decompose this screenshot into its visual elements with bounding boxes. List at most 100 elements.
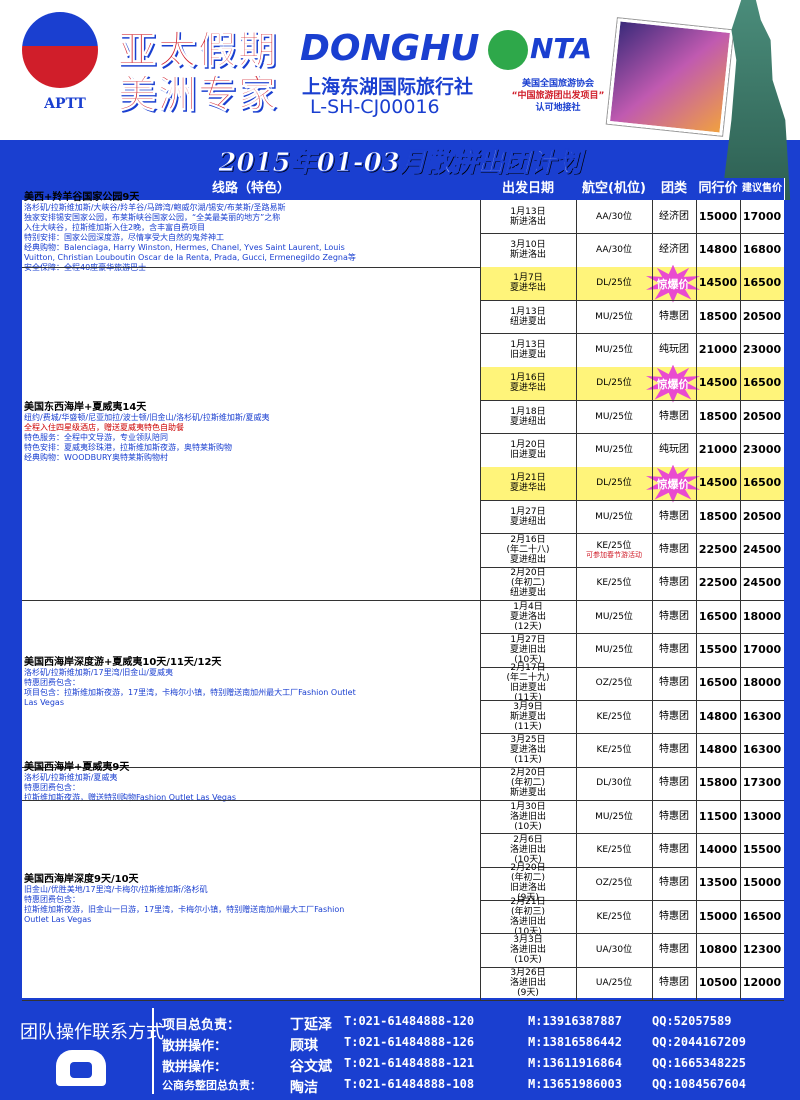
retail-price: 17300 xyxy=(742,776,782,790)
date-line: 3月9日 xyxy=(513,701,543,712)
peer-price: 15800 xyxy=(698,776,738,790)
peer-price: 10500 xyxy=(698,976,738,990)
departure-date: 1月18日 夏进纽出 xyxy=(480,400,576,433)
peer-price: 18500 xyxy=(698,509,738,523)
date-line: (9天) xyxy=(517,988,539,999)
airline-text: MU/25位 xyxy=(595,811,633,822)
contact-name: 顾琪 xyxy=(290,1038,318,1054)
date-line: 1月13日 xyxy=(510,339,546,350)
tour-type: 特惠团 xyxy=(659,810,689,822)
date-line: 2月21日 xyxy=(510,896,546,907)
departure-date: 2月16日 (年二十八) 夏进纽出 xyxy=(480,533,576,566)
airline-seats: MU/25位 xyxy=(576,633,652,666)
route-detail-line: Outlet Las Vegas xyxy=(24,915,92,924)
airline-text: AA/30位 xyxy=(595,244,633,255)
airline-seats: MU/25位 xyxy=(576,800,652,833)
route-detail-line: 洛杉矶/拉斯维加斯/17里湾/旧金山/夏威夷 xyxy=(24,668,173,678)
date-line: (年初二) xyxy=(510,578,546,589)
route-detail-line: 独家安排锡安国家公园，布莱斯峡谷国家公园，“全美最美丽的地方”之称 xyxy=(24,213,281,223)
airline-text: UA/30位 xyxy=(595,944,633,955)
divider xyxy=(152,1008,154,1094)
footer: 团队操作联系方式 项目总负责： 丁延泽 T:021-61484888-120 M:13… xyxy=(0,1000,800,1100)
airline-text: DL/25位 xyxy=(596,278,632,289)
airline-text: MU/25位 xyxy=(595,311,633,322)
airline-text: KE/25位 xyxy=(596,578,632,589)
departure-date: 3月25日 夏进洛出 (11天) xyxy=(480,733,576,766)
airline-seats: KE/25位 xyxy=(576,733,652,766)
departure-date: 1月21日 夏进华出 xyxy=(480,466,576,500)
airline-text: KE/25位 xyxy=(596,844,632,855)
date-line: 夏进纽出 xyxy=(509,416,546,427)
airline-text: MU/25位 xyxy=(595,511,633,522)
airline-seats: MU/25位 xyxy=(576,600,652,633)
grid-line xyxy=(576,200,577,1000)
date-line: 1月7日 xyxy=(513,273,543,284)
contact-name: 谷文斌 xyxy=(290,1059,332,1075)
departure-date: 1月13日 斯进洛出 xyxy=(480,200,576,233)
contact-qq: QQ:52057589 xyxy=(652,1014,732,1028)
date-line: 斯进洛出 xyxy=(509,216,546,227)
retail-price: 16500 xyxy=(740,466,784,500)
airline-seats: AA/30位 xyxy=(576,233,652,266)
retail-price: 16300 xyxy=(742,742,782,756)
airline-seats: MU/25位 xyxy=(576,300,652,333)
date-line: 洛进旧出 xyxy=(509,916,546,927)
route-title: 美西+羚羊谷国家公园9天 xyxy=(24,192,140,204)
date-line: (年初二) xyxy=(510,778,546,789)
route-detail-line: Las Vegas xyxy=(24,698,64,708)
route-detail-line: 特色安排：夏威夷珍珠港，拉斯维加斯夜游，奥特莱斯购物 xyxy=(24,443,232,453)
date-line: (年二十八) xyxy=(506,544,550,555)
date-line: 2月17日 xyxy=(510,663,546,674)
page-title: 2015年01-03月散拼出团计划 xyxy=(218,148,583,179)
retail-price: 12000 xyxy=(742,976,782,990)
airline-seats: KE/25位 xyxy=(576,900,652,933)
header: APTT 亚太假期 美洲专家 DONGHU 上海东湖国际旅行社 L-SH-CJ0… xyxy=(0,0,800,140)
departure-date: 1月4日 夏进洛出 (12天) xyxy=(480,600,576,633)
date-line: 2月16日 xyxy=(510,534,546,545)
date-line: 1月13日 xyxy=(510,206,546,217)
peer-price: 18500 xyxy=(698,409,738,423)
date-line: 2月6日 xyxy=(513,834,543,845)
tour-type: 特惠团 xyxy=(659,777,689,789)
departure-date: 1月13日 纽进夏出 xyxy=(480,300,576,333)
airline-seats: DL/30位 xyxy=(576,767,652,800)
airline-text: DL/30位 xyxy=(596,778,632,789)
airline-text: KE/25位 xyxy=(596,744,632,755)
retail-price: 18000 xyxy=(742,609,782,623)
route-detail-line: 旧金山/优胜美地/17里湾/卡梅尔/拉斯维加斯/洛杉矶 xyxy=(24,885,208,894)
retail-price: 17000 xyxy=(742,209,782,223)
tour-type: 特惠团 xyxy=(659,510,689,522)
airline-text: DL/25位 xyxy=(596,478,632,489)
contact-mobile: M:13816586442 xyxy=(528,1035,622,1049)
airline-seats: KE/25位 xyxy=(576,833,652,866)
contact-role: 公商务整团总负责： xyxy=(162,1079,261,1092)
col-header-retail: 建议售价 xyxy=(740,178,785,200)
route-description: 美西+羚羊谷国家公园9天 洛杉矶/拉斯维加斯/大峡谷/羚羊谷/马蹄湾/鲍威尔湖/锡… xyxy=(22,193,480,273)
tour-type: 特惠团 xyxy=(659,743,689,755)
peer-price: 18500 xyxy=(698,309,738,323)
date-line: 1月27日 xyxy=(510,634,546,645)
route-title: 美国西海岸深度9天/10天 xyxy=(24,874,139,885)
route-detail-line: 入住大峡谷，拉斯维加斯入住2晚，含丰富自费项目 xyxy=(24,223,206,233)
date-line: (年初三) xyxy=(510,906,546,917)
date-line: 1月4日 xyxy=(513,601,543,612)
contact-title: 团队操作联系方式 xyxy=(20,1022,164,1043)
route-detail-line: 特惠团费包含： xyxy=(24,783,80,793)
contact-qq: QQ:1084567604 xyxy=(652,1077,746,1091)
date-line: 夏进纽出 xyxy=(509,554,546,565)
route-description: 美国西海岸+夏威夷9天 洛杉矶/拉斯维加斯/夏威夷 特惠团费包含： 拉斯维加斯夜游，赠… xyxy=(22,763,480,803)
route-detail-line: 经典购物：Balenciaga, Harry Winston, Hermes, … xyxy=(24,243,345,253)
bridge-photo xyxy=(606,18,734,136)
airline-seats: MU/25位 xyxy=(576,333,652,366)
col-header-date: 出发日期 xyxy=(480,178,577,200)
contact-qq: QQ:2044167209 xyxy=(652,1035,746,1049)
contact-role: 散拼操作： xyxy=(162,1039,228,1054)
peer-price: 13500 xyxy=(698,876,738,890)
date-line: (10天) xyxy=(514,821,542,832)
route-detail-line: 项目包含：拉斯维加斯夜游，17里湾，卡梅尔小镇，特别赠送南加州最大工厂Fashi… xyxy=(24,688,356,698)
tour-type: 特惠团 xyxy=(659,310,689,322)
airline-seats: UA/30位 xyxy=(576,933,652,966)
contact-phone: T:021-61484888-120 xyxy=(344,1014,475,1028)
route-detail-line: 拉斯维加斯夜游，旧金山一日游，17里湾，卡梅尔小镇，特别赠送南加州最大工厂Fas… xyxy=(24,905,345,914)
departure-date: 1月27日 夏进旧出 (10天) xyxy=(480,633,576,666)
